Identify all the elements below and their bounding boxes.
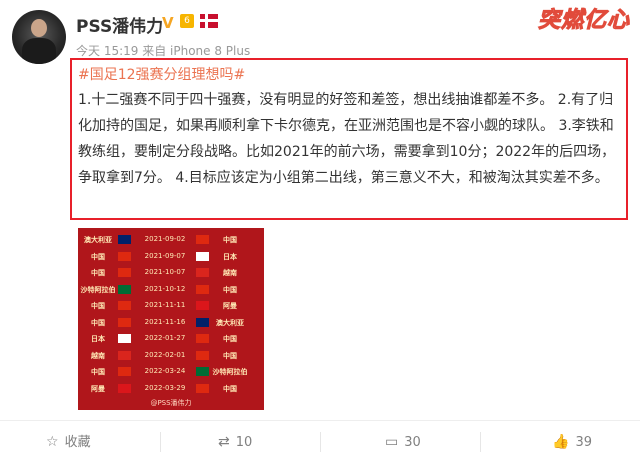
- comment-icon: ▭: [385, 434, 399, 450]
- match-date: 2021-09-07: [144, 251, 186, 260]
- match-date: 2022-01-27: [144, 334, 186, 342]
- like-count: 39: [575, 435, 592, 450]
- comment-count: 30: [404, 435, 421, 450]
- home-team: 澳大利亚: [84, 236, 112, 244]
- repost-icon: ⇄: [218, 434, 230, 450]
- away-flag-icon: [196, 235, 209, 244]
- away-flag-icon: [196, 367, 209, 376]
- home-team: 阿曼: [91, 384, 105, 393]
- denmark-flag-icon: [200, 14, 218, 28]
- schedule-row: 中国 2021-11-11 阿曼: [78, 297, 264, 314]
- verified-badge-icon: V: [162, 14, 174, 32]
- away-flag-icon: [196, 334, 209, 343]
- post-meta: 今天 15:19 来自 iPhone 8 Plus: [76, 44, 251, 58]
- away-flag-icon: [196, 383, 209, 393]
- avatar[interactable]: [12, 10, 66, 64]
- collect-label: 收藏: [64, 435, 91, 450]
- post-text: 1.十二强赛不同于四十强赛，没有明显的好签和差签，想出线抽谁都差不多。 2.有了…: [78, 92, 616, 186]
- schedule-row: 沙特阿拉伯 2021-10-12 中国: [78, 281, 264, 298]
- home-team: 中国: [91, 318, 105, 327]
- repost-button[interactable]: ⇄ 10: [218, 431, 252, 453]
- level-badge-icon: 6: [180, 14, 194, 28]
- match-date: 2021-11-16: [144, 317, 186, 326]
- schedule-row: 澳大利亚 2021-09-02 中国: [78, 231, 264, 248]
- schedule-image[interactable]: @PSS潘伟力 澳大利亚 2021-09-02 中国 中国 2021-09-07 日本 中国…: [78, 228, 264, 410]
- home-flag-icon: [118, 350, 131, 360]
- schedule-row: 越南 2022-02-01 中国: [78, 347, 264, 364]
- watermark: 突燃亿心: [537, 8, 630, 34]
- collect-button[interactable]: ☆ 收藏: [46, 431, 91, 453]
- match-date: 2022-02-01: [144, 350, 186, 359]
- home-team: 中国: [91, 269, 105, 277]
- away-team: 中国: [223, 384, 237, 393]
- match-date: 2022-03-29: [144, 383, 186, 392]
- away-flag-icon: [196, 317, 209, 327]
- away-flag-icon: [196, 301, 209, 310]
- away-team: 沙特阿拉伯: [212, 368, 248, 376]
- schedule-row: 中国 2021-10-07 越南: [78, 264, 264, 281]
- home-team: 越南: [91, 351, 105, 360]
- home-flag-icon: [118, 317, 131, 327]
- home-flag-icon: [118, 383, 131, 393]
- home-team: 中国: [91, 252, 105, 261]
- away-flag-icon: [196, 284, 209, 294]
- away-flag-icon: [196, 350, 209, 360]
- away-flag-icon: [196, 268, 209, 277]
- avatar-head: [31, 19, 47, 37]
- image-caption: @PSS潘伟力: [150, 399, 192, 407]
- schedule-row: 日本 2022-01-27 中国: [78, 330, 264, 347]
- home-flag-icon: [118, 284, 131, 294]
- away-team: 阿曼: [223, 302, 237, 310]
- thumbs-up-icon: 👍: [552, 434, 570, 450]
- schedule-row: 中国 2021-09-07 日本: [78, 248, 264, 265]
- hashtag-link[interactable]: #国足12强赛分组理想吗#: [78, 64, 245, 84]
- schedule-row: 中国 2022-03-24 沙特阿拉伯: [78, 363, 264, 380]
- schedule-row: 阿曼 2022-03-29 中国: [78, 380, 264, 397]
- away-team: 越南: [223, 269, 237, 277]
- star-icon: ☆: [46, 434, 59, 450]
- home-team: 中国: [91, 302, 105, 310]
- action-separator: [480, 432, 481, 452]
- match-date: 2022-03-24: [144, 367, 186, 375]
- match-date: 2021-09-02: [144, 235, 186, 243]
- username[interactable]: PSS潘伟力: [76, 12, 163, 37]
- action-separator: [320, 432, 321, 452]
- repost-count: 10: [235, 435, 253, 450]
- away-team: 中国: [223, 285, 237, 294]
- comment-button[interactable]: ▭ 30: [385, 431, 421, 453]
- away-team: 中国: [223, 335, 237, 343]
- match-date: 2021-11-11: [144, 301, 186, 309]
- home-flag-icon: [118, 251, 131, 261]
- home-team: 日本: [91, 335, 105, 343]
- match-date: 2021-10-07: [144, 268, 186, 276]
- home-team: 中国: [91, 368, 105, 376]
- home-flag-icon: [118, 334, 131, 343]
- away-team: 澳大利亚: [216, 318, 244, 327]
- home-team: 沙特阿拉伯: [80, 285, 116, 294]
- home-flag-icon: [118, 235, 131, 244]
- away-team: 中国: [223, 236, 237, 244]
- action-separator: [160, 432, 161, 452]
- away-flag-icon: [196, 251, 209, 261]
- match-date: 2021-10-12: [144, 284, 186, 293]
- post-content: 1.十二强赛不同于四十强赛，没有明显的好签和差签，想出线抽谁都差不多。 2.有了…: [78, 87, 626, 191]
- home-flag-icon: [118, 268, 131, 277]
- like-button[interactable]: 👍 39: [552, 431, 592, 453]
- home-flag-icon: [118, 301, 131, 310]
- divider: [0, 420, 640, 421]
- schedule-row: 中国 2021-11-16 澳大利亚: [78, 314, 264, 331]
- avatar-body: [22, 38, 56, 64]
- away-team: 中国: [223, 351, 237, 360]
- away-team: 日本: [223, 252, 237, 261]
- home-flag-icon: [118, 367, 131, 376]
